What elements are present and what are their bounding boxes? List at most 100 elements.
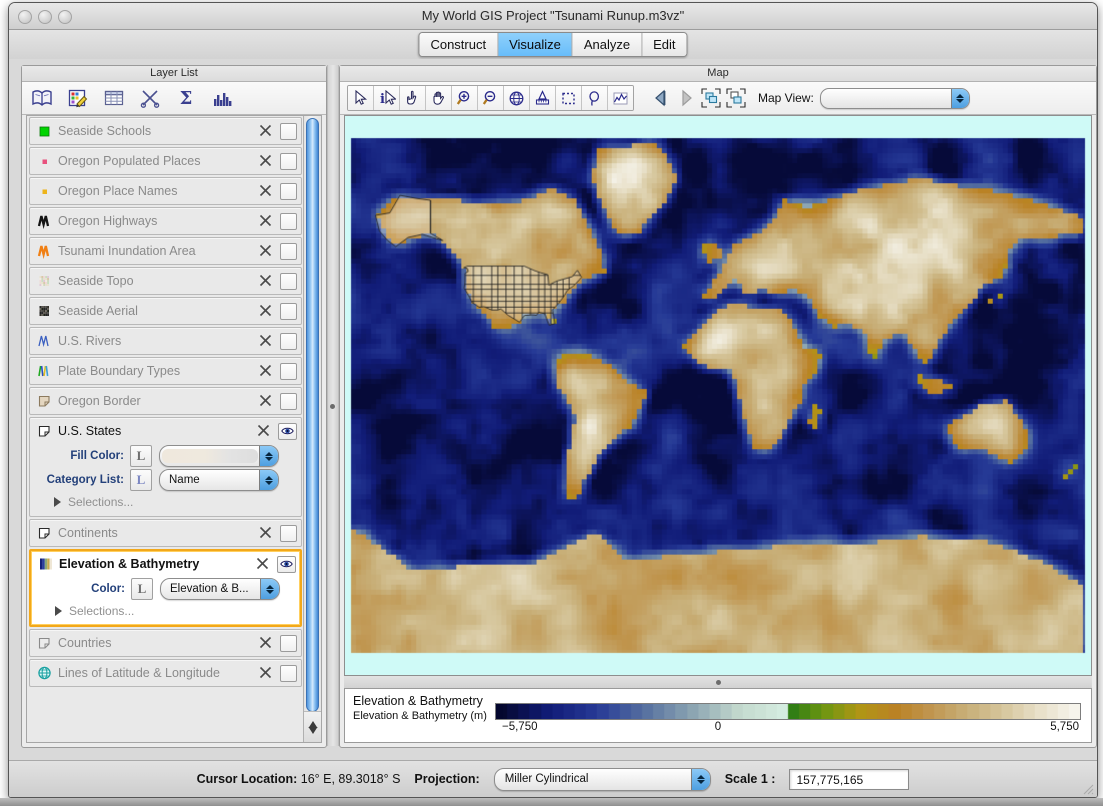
property-select[interactable]: Name bbox=[159, 469, 279, 491]
map-view-stepper-icon[interactable] bbox=[950, 88, 969, 108]
profile-tool[interactable] bbox=[608, 86, 633, 110]
disclosure-triangle-icon[interactable] bbox=[54, 497, 61, 507]
layer-visibility-checkbox[interactable] bbox=[280, 272, 297, 290]
panel-splitter[interactable] bbox=[327, 65, 339, 746]
layer-item[interactable]: Elevation & Bathymetry Color: L Elevation &… bbox=[29, 549, 302, 627]
map-canvas[interactable] bbox=[345, 116, 1091, 675]
info-tool[interactable]: i bbox=[374, 86, 400, 110]
back-button[interactable] bbox=[648, 86, 673, 110]
legend-button[interactable]: L bbox=[130, 445, 152, 467]
remove-layer-icon[interactable] bbox=[256, 557, 271, 572]
layer-item[interactable]: Lines of Latitude & Longitude bbox=[29, 659, 302, 687]
remove-layer-icon[interactable] bbox=[259, 154, 274, 169]
tab-edit[interactable]: Edit bbox=[642, 33, 687, 56]
pointing-hand-tool[interactable] bbox=[400, 86, 426, 110]
layer-item[interactable]: Seaside Schools bbox=[29, 117, 302, 145]
layer-row[interactable]: Oregon Place Names bbox=[30, 178, 301, 204]
layer-row[interactable]: Seaside Topo bbox=[30, 268, 301, 294]
remove-layer-icon[interactable] bbox=[257, 424, 272, 439]
remove-layer-icon[interactable] bbox=[259, 274, 274, 289]
layer-visibility-checkbox[interactable] bbox=[280, 392, 297, 410]
disclosure-triangle-icon[interactable] bbox=[55, 606, 62, 616]
layer-item[interactable]: Tsunami Inundation Area bbox=[29, 237, 302, 265]
projection-stepper-icon[interactable] bbox=[690, 768, 710, 790]
remove-layer-icon[interactable] bbox=[259, 124, 274, 139]
layer-item[interactable]: Oregon Populated Places bbox=[29, 147, 302, 175]
lasso-select-tool[interactable] bbox=[582, 86, 608, 110]
histogram-icon[interactable] bbox=[211, 87, 233, 109]
remove-layer-icon[interactable] bbox=[259, 526, 274, 541]
layer-item[interactable]: Seaside Aerial bbox=[29, 297, 302, 325]
layer-visibility-checkbox[interactable] bbox=[280, 664, 297, 682]
layer-item[interactable]: Oregon Border bbox=[29, 387, 302, 415]
remove-layer-icon[interactable] bbox=[259, 666, 274, 681]
selections-disclosure[interactable]: Selections... bbox=[34, 492, 297, 512]
pan-hand-tool[interactable] bbox=[426, 86, 452, 110]
tab-construct[interactable]: Construct bbox=[419, 33, 499, 56]
scissors-icon[interactable] bbox=[139, 87, 161, 109]
library-icon[interactable] bbox=[31, 87, 53, 109]
sigma-icon[interactable]: Σ bbox=[175, 87, 197, 109]
remove-layer-icon[interactable] bbox=[259, 636, 274, 651]
layer-item[interactable]: Plate Boundary Types bbox=[29, 357, 302, 385]
layer-item[interactable]: U.S. Rivers bbox=[29, 327, 302, 355]
scroll-down-icon[interactable] bbox=[308, 723, 317, 737]
remove-layer-icon[interactable] bbox=[259, 364, 274, 379]
map-view-select[interactable] bbox=[819, 87, 970, 109]
stepper-icon[interactable] bbox=[259, 470, 278, 490]
property-select[interactable]: Elevation & B... bbox=[160, 578, 280, 600]
layer-row[interactable]: Oregon Border bbox=[30, 388, 301, 414]
layer-item[interactable]: Oregon Highways bbox=[29, 207, 302, 235]
map-legend-splitter[interactable] bbox=[344, 676, 1092, 688]
globe-tool[interactable] bbox=[504, 86, 530, 110]
layer-row[interactable]: Seaside Aerial bbox=[30, 298, 301, 324]
layer-visibility-checkbox[interactable] bbox=[280, 634, 297, 652]
layer-visibility-checkbox[interactable] bbox=[280, 122, 297, 140]
forward-button[interactable] bbox=[673, 86, 698, 110]
layer-item[interactable]: U.S. States Fill Color: L Category List: L Na… bbox=[29, 417, 302, 517]
tab-visualize[interactable]: Visualize bbox=[498, 33, 573, 56]
remove-layer-icon[interactable] bbox=[259, 394, 274, 409]
layer-item[interactable]: Countries bbox=[29, 629, 302, 657]
measure-tool[interactable] bbox=[530, 86, 556, 110]
layer-row[interactable]: Oregon Populated Places bbox=[30, 148, 301, 174]
layer-row[interactable]: U.S. States bbox=[30, 418, 301, 444]
layer-row[interactable]: U.S. Rivers bbox=[30, 328, 301, 354]
layer-visibility-checkbox[interactable] bbox=[280, 362, 297, 380]
layer-visibility-checkbox[interactable] bbox=[280, 182, 297, 200]
tab-analyze[interactable]: Analyze bbox=[572, 33, 643, 56]
layer-row[interactable]: Oregon Highways bbox=[30, 208, 301, 234]
zoom-to-selection-button[interactable] bbox=[723, 86, 748, 110]
selections-disclosure[interactable]: Selections... bbox=[35, 601, 296, 621]
resize-grip-icon[interactable] bbox=[1081, 782, 1094, 795]
layer-row[interactable]: Countries bbox=[30, 630, 301, 656]
layer-item[interactable]: Continents bbox=[29, 519, 302, 547]
property-select[interactable] bbox=[159, 445, 279, 467]
remove-layer-icon[interactable] bbox=[259, 184, 274, 199]
legend-button[interactable]: L bbox=[131, 578, 153, 600]
layer-row[interactable]: Tsunami Inundation Area bbox=[30, 238, 301, 264]
layer-item[interactable]: Seaside Topo bbox=[29, 267, 302, 295]
layer-visibility-checkbox[interactable] bbox=[280, 152, 297, 170]
layer-list-scrollbar[interactable] bbox=[303, 116, 321, 742]
select-arrow-tool[interactable] bbox=[348, 86, 374, 110]
remove-layer-icon[interactable] bbox=[259, 334, 274, 349]
remove-layer-icon[interactable] bbox=[259, 214, 274, 229]
layer-item[interactable]: Oregon Place Names bbox=[29, 177, 302, 205]
layer-row[interactable]: Continents bbox=[30, 520, 301, 546]
zoom-in-tool[interactable] bbox=[452, 86, 478, 110]
layer-visibility-toggle-on[interactable] bbox=[278, 422, 297, 440]
table-icon[interactable] bbox=[103, 87, 125, 109]
zoom-out-tool[interactable] bbox=[478, 86, 504, 110]
layer-visibility-checkbox[interactable] bbox=[280, 242, 297, 260]
scrollbar-thumb[interactable] bbox=[306, 118, 319, 712]
zoom-to-all-button[interactable] bbox=[698, 86, 723, 110]
projection-select[interactable]: Miller Cylindrical bbox=[493, 767, 711, 791]
layer-visibility-checkbox[interactable] bbox=[280, 212, 297, 230]
scale-input[interactable]: 157,775,165 bbox=[789, 768, 910, 790]
legend-button[interactable]: L bbox=[130, 469, 152, 491]
layer-row[interactable]: Plate Boundary Types bbox=[30, 358, 301, 384]
layer-visibility-toggle-on[interactable] bbox=[277, 555, 296, 573]
layer-row[interactable]: Seaside Schools bbox=[30, 118, 301, 144]
layer-row[interactable]: Elevation & Bathymetry bbox=[31, 551, 300, 577]
